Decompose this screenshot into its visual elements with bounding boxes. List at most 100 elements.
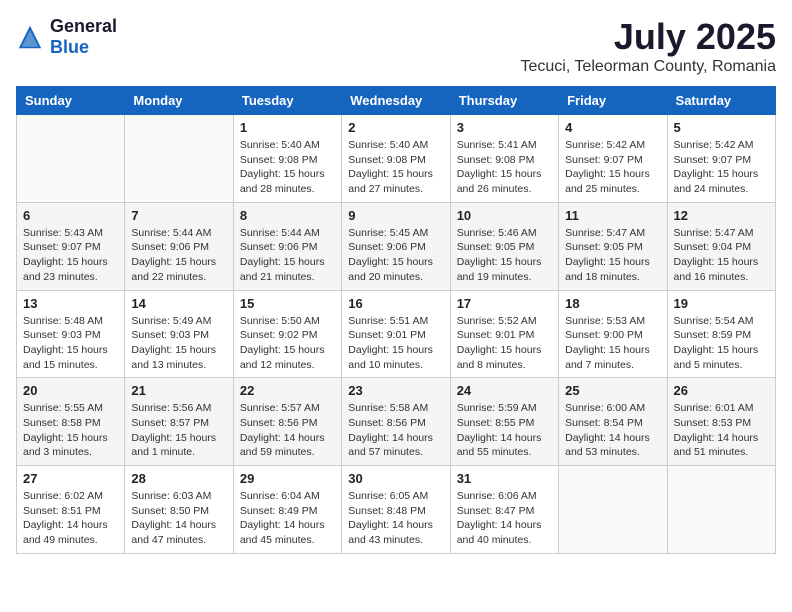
day-number: 13	[23, 296, 118, 311]
day-info: Sunrise: 5:49 AM Sunset: 9:03 PM Dayligh…	[131, 314, 226, 373]
day-number: 16	[348, 296, 443, 311]
day-number: 8	[240, 208, 335, 223]
day-number: 30	[348, 471, 443, 486]
day-info: Sunrise: 5:42 AM Sunset: 9:07 PM Dayligh…	[674, 138, 769, 197]
calendar-header-row: SundayMondayTuesdayWednesdayThursdayFrid…	[17, 87, 776, 115]
calendar-cell	[667, 466, 775, 554]
calendar-cell: 10 Sunrise: 5:46 AM Sunset: 9:05 PM Dayli…	[450, 202, 558, 290]
calendar-cell: 29 Sunrise: 6:04 AM Sunset: 8:49 PM Dayli…	[233, 466, 341, 554]
day-number: 4	[565, 120, 660, 135]
calendar-cell	[17, 115, 125, 203]
day-number: 11	[565, 208, 660, 223]
day-header-thursday: Thursday	[450, 87, 558, 115]
calendar-cell: 15 Sunrise: 5:50 AM Sunset: 9:02 PM Dayli…	[233, 290, 341, 378]
week-row-1: 1 Sunrise: 5:40 AM Sunset: 9:08 PM Daylig…	[17, 115, 776, 203]
day-info: Sunrise: 5:43 AM Sunset: 9:07 PM Dayligh…	[23, 226, 118, 285]
calendar-table: SundayMondayTuesdayWednesdayThursdayFrid…	[16, 86, 776, 554]
calendar-title: July 2025	[520, 16, 776, 58]
day-number: 1	[240, 120, 335, 135]
day-info: Sunrise: 5:47 AM Sunset: 9:04 PM Dayligh…	[674, 226, 769, 285]
day-info: Sunrise: 5:46 AM Sunset: 9:05 PM Dayligh…	[457, 226, 552, 285]
day-info: Sunrise: 5:59 AM Sunset: 8:55 PM Dayligh…	[457, 401, 552, 460]
day-number: 28	[131, 471, 226, 486]
day-number: 10	[457, 208, 552, 223]
calendar-cell: 31Sunrise: 6:06 AM Sunset: 8:47 PM Dayli…	[450, 466, 558, 554]
calendar-cell: 13 Sunrise: 5:48 AM Sunset: 9:03 PM Dayli…	[17, 290, 125, 378]
calendar-cell: 26 Sunrise: 6:01 AM Sunset: 8:53 PM Dayli…	[667, 378, 775, 466]
week-row-2: 6 Sunrise: 5:43 AM Sunset: 9:07 PM Daylig…	[17, 202, 776, 290]
day-number: 27	[23, 471, 118, 486]
day-info: Sunrise: 6:01 AM Sunset: 8:53 PM Dayligh…	[674, 401, 769, 460]
day-number: 9	[348, 208, 443, 223]
day-info: Sunrise: 5:58 AM Sunset: 8:56 PM Dayligh…	[348, 401, 443, 460]
day-number: 24	[457, 383, 552, 398]
day-number: 25	[565, 383, 660, 398]
calendar-cell: 30Sunrise: 6:05 AM Sunset: 8:48 PM Dayli…	[342, 466, 450, 554]
calendar-cell: 9 Sunrise: 5:45 AM Sunset: 9:06 PM Daylig…	[342, 202, 450, 290]
logo-icon	[16, 23, 44, 51]
calendar-cell: 1 Sunrise: 5:40 AM Sunset: 9:08 PM Daylig…	[233, 115, 341, 203]
logo: General Blue	[16, 16, 117, 58]
calendar-cell: 5 Sunrise: 5:42 AM Sunset: 9:07 PM Daylig…	[667, 115, 775, 203]
calendar-cell: 17 Sunrise: 5:52 AM Sunset: 9:01 PM Dayli…	[450, 290, 558, 378]
day-header-monday: Monday	[125, 87, 233, 115]
day-number: 20	[23, 383, 118, 398]
day-number: 2	[348, 120, 443, 135]
day-info: Sunrise: 6:04 AM Sunset: 8:49 PM Dayligh…	[240, 489, 335, 548]
day-number: 19	[674, 296, 769, 311]
day-number: 21	[131, 383, 226, 398]
day-info: Sunrise: 6:00 AM Sunset: 8:54 PM Dayligh…	[565, 401, 660, 460]
day-number: 26	[674, 383, 769, 398]
day-number: 5	[674, 120, 769, 135]
day-number: 17	[457, 296, 552, 311]
calendar-cell: 21 Sunrise: 5:56 AM Sunset: 8:57 PM Dayli…	[125, 378, 233, 466]
day-number: 14	[131, 296, 226, 311]
calendar-cell: 28 Sunrise: 6:03 AM Sunset: 8:50 PM Dayli…	[125, 466, 233, 554]
day-number: 15	[240, 296, 335, 311]
page-header: General Blue July 2025 Tecuci, Teleorman…	[16, 16, 776, 76]
day-info: Sunrise: 5:52 AM Sunset: 9:01 PM Dayligh…	[457, 314, 552, 373]
day-info: Sunrise: 5:44 AM Sunset: 9:06 PM Dayligh…	[240, 226, 335, 285]
day-number: 22	[240, 383, 335, 398]
day-info: Sunrise: 5:41 AM Sunset: 9:08 PM Dayligh…	[457, 138, 552, 197]
calendar-cell: 4Sunrise: 5:42 AM Sunset: 9:07 PM Daylig…	[559, 115, 667, 203]
calendar-cell: 2 Sunrise: 5:40 AM Sunset: 9:08 PM Daylig…	[342, 115, 450, 203]
calendar-cell: 19 Sunrise: 5:54 AM Sunset: 8:59 PM Dayli…	[667, 290, 775, 378]
day-info: Sunrise: 5:57 AM Sunset: 8:56 PM Dayligh…	[240, 401, 335, 460]
calendar-cell: 23 Sunrise: 5:58 AM Sunset: 8:56 PM Dayli…	[342, 378, 450, 466]
day-info: Sunrise: 5:50 AM Sunset: 9:02 PM Dayligh…	[240, 314, 335, 373]
day-number: 29	[240, 471, 335, 486]
day-number: 12	[674, 208, 769, 223]
day-info: Sunrise: 5:55 AM Sunset: 8:58 PM Dayligh…	[23, 401, 118, 460]
day-info: Sunrise: 5:40 AM Sunset: 9:08 PM Dayligh…	[348, 138, 443, 197]
week-row-4: 20 Sunrise: 5:55 AM Sunset: 8:58 PM Dayli…	[17, 378, 776, 466]
calendar-cell: 20 Sunrise: 5:55 AM Sunset: 8:58 PM Dayli…	[17, 378, 125, 466]
day-number: 18	[565, 296, 660, 311]
day-info: Sunrise: 5:53 AM Sunset: 9:00 PM Dayligh…	[565, 314, 660, 373]
calendar-cell: 24 Sunrise: 5:59 AM Sunset: 8:55 PM Dayli…	[450, 378, 558, 466]
calendar-cell: 8 Sunrise: 5:44 AM Sunset: 9:06 PM Daylig…	[233, 202, 341, 290]
day-number: 23	[348, 383, 443, 398]
week-row-5: 27 Sunrise: 6:02 AM Sunset: 8:51 PM Dayli…	[17, 466, 776, 554]
calendar-cell: 12 Sunrise: 5:47 AM Sunset: 9:04 PM Dayli…	[667, 202, 775, 290]
day-info: Sunrise: 6:03 AM Sunset: 8:50 PM Dayligh…	[131, 489, 226, 548]
calendar-cell	[125, 115, 233, 203]
day-info: Sunrise: 6:02 AM Sunset: 8:51 PM Dayligh…	[23, 489, 118, 548]
calendar-cell: 18 Sunrise: 5:53 AM Sunset: 9:00 PM Dayli…	[559, 290, 667, 378]
calendar-cell: 14 Sunrise: 5:49 AM Sunset: 9:03 PM Dayli…	[125, 290, 233, 378]
day-info: Sunrise: 5:40 AM Sunset: 9:08 PM Dayligh…	[240, 138, 335, 197]
calendar-cell: 6 Sunrise: 5:43 AM Sunset: 9:07 PM Daylig…	[17, 202, 125, 290]
week-row-3: 13 Sunrise: 5:48 AM Sunset: 9:03 PM Dayli…	[17, 290, 776, 378]
calendar-cell: 3Sunrise: 5:41 AM Sunset: 9:08 PM Daylig…	[450, 115, 558, 203]
day-info: Sunrise: 5:44 AM Sunset: 9:06 PM Dayligh…	[131, 226, 226, 285]
day-info: Sunrise: 5:45 AM Sunset: 9:06 PM Dayligh…	[348, 226, 443, 285]
day-info: Sunrise: 5:48 AM Sunset: 9:03 PM Dayligh…	[23, 314, 118, 373]
calendar-cell: 25 Sunrise: 6:00 AM Sunset: 8:54 PM Dayli…	[559, 378, 667, 466]
day-info: Sunrise: 5:47 AM Sunset: 9:05 PM Dayligh…	[565, 226, 660, 285]
day-number: 6	[23, 208, 118, 223]
calendar-subtitle: Tecuci, Teleorman County, Romania	[520, 58, 776, 76]
day-header-wednesday: Wednesday	[342, 87, 450, 115]
calendar-cell: 22 Sunrise: 5:57 AM Sunset: 8:56 PM Dayli…	[233, 378, 341, 466]
day-info: Sunrise: 5:56 AM Sunset: 8:57 PM Dayligh…	[131, 401, 226, 460]
day-info: Sunrise: 5:54 AM Sunset: 8:59 PM Dayligh…	[674, 314, 769, 373]
